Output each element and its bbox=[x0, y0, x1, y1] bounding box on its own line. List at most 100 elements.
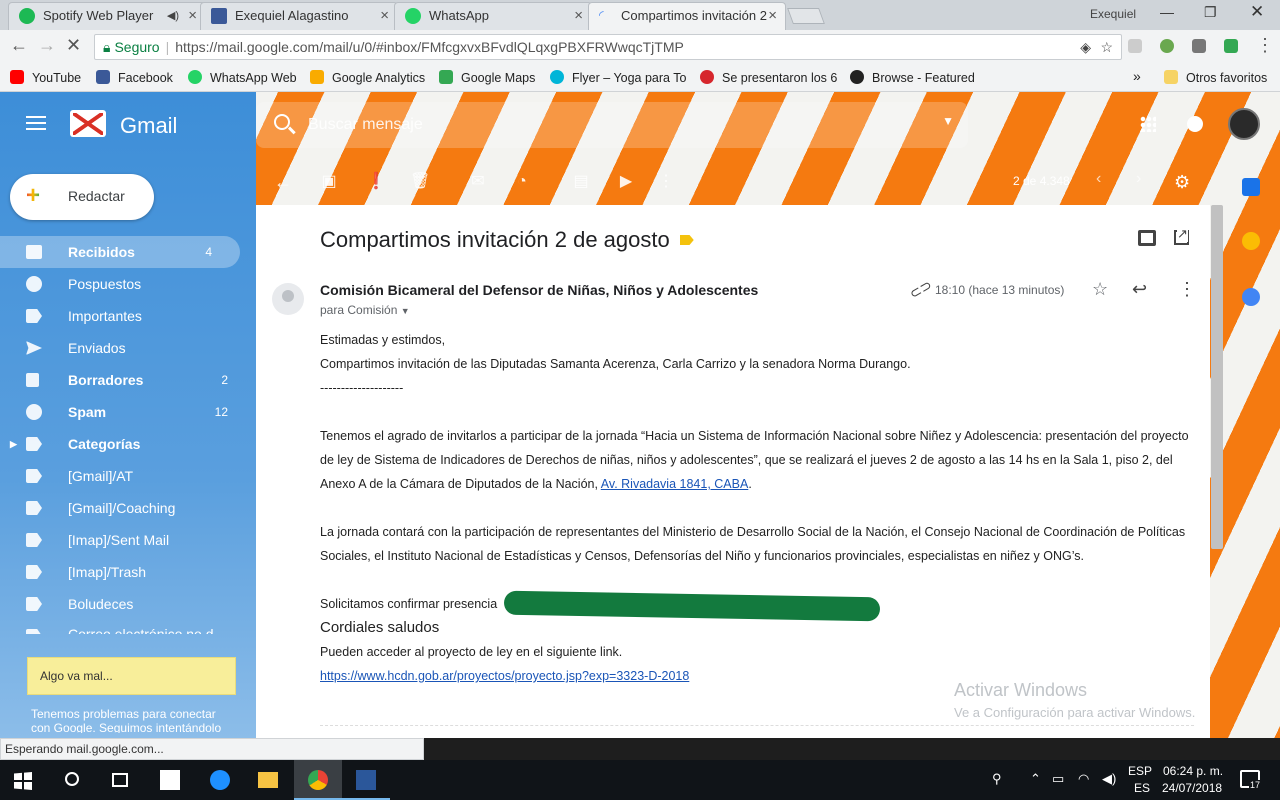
chrome-menu-icon[interactable]: ⋮ bbox=[1256, 35, 1274, 56]
task-view-button[interactable] bbox=[96, 760, 144, 800]
explorer-taskbar-button[interactable] bbox=[244, 760, 292, 800]
search-icon[interactable] bbox=[274, 114, 290, 130]
sidebar-item-imap-sent[interactable]: [Imap]/Sent Mail bbox=[0, 524, 256, 556]
close-icon[interactable]: × bbox=[768, 3, 777, 29]
sidebar-item-borradores[interactable]: Borradores 2 bbox=[0, 364, 256, 396]
audio-icon[interactable]: ◀) bbox=[167, 3, 179, 29]
more-actions-icon[interactable]: ⋮ bbox=[658, 174, 674, 190]
extension-lock-icon[interactable] bbox=[1192, 39, 1206, 53]
back-to-inbox-icon[interactable]: ← bbox=[274, 173, 292, 191]
bookmark-flyer-yoga[interactable]: Flyer – Yoga para To bbox=[550, 70, 692, 85]
bookmarks-overflow-button[interactable]: » bbox=[1133, 68, 1141, 84]
bookmark-youtube[interactable]: YouTube bbox=[10, 70, 81, 85]
extension-green-icon[interactable] bbox=[1160, 39, 1174, 53]
expand-arrow-icon[interactable]: ▶ bbox=[10, 428, 17, 460]
store-taskbar-button[interactable] bbox=[146, 760, 194, 800]
older-chevron-icon[interactable]: › bbox=[1136, 170, 1141, 188]
sidebar-item-imap-trash[interactable]: [Imap]/Trash bbox=[0, 556, 256, 588]
clock-time[interactable]: 06:24 p. m. bbox=[1163, 764, 1223, 778]
people-icon[interactable]: ⚲ bbox=[992, 771, 1002, 787]
sidebar-item-correo[interactable]: Correo electrónico no d bbox=[0, 620, 256, 634]
sidebar-item-recibidos[interactable]: Recibidos 4 bbox=[0, 236, 240, 268]
stop-icon[interactable]: ✕ bbox=[66, 35, 81, 56]
back-icon[interactable]: ← bbox=[10, 35, 28, 56]
tasks-icon[interactable] bbox=[1242, 288, 1260, 306]
star-icon[interactable]: ☆ bbox=[1092, 279, 1108, 300]
new-tab-button[interactable] bbox=[787, 8, 825, 24]
bookmark-whatsapp-web[interactable]: WhatsApp Web bbox=[188, 70, 297, 85]
tab-facebook[interactable]: Exequiel Alagastino × bbox=[200, 2, 398, 30]
window-close-icon[interactable]: ✕ bbox=[1250, 2, 1264, 22]
message-more-icon[interactable]: ⋮ bbox=[1178, 279, 1196, 300]
mark-unread-icon[interactable]: ✉︎ bbox=[470, 174, 486, 190]
settings-gear-icon[interactable]: ⚙︎ bbox=[1174, 172, 1190, 193]
extension-pdf-icon[interactable] bbox=[1128, 39, 1142, 53]
tab-whatsapp[interactable]: WhatsApp × bbox=[394, 2, 592, 30]
address-link[interactable]: Av. Rivadavia 1841, CABA bbox=[601, 477, 749, 491]
close-icon[interactable]: × bbox=[574, 3, 583, 29]
bookmark-star-icon[interactable]: ☆ bbox=[1100, 35, 1113, 59]
edge-taskbar-button[interactable] bbox=[196, 760, 244, 800]
volume-icon[interactable]: ◀) bbox=[1102, 771, 1116, 787]
recipient-dropdown[interactable]: para Comisión ▼ bbox=[320, 303, 410, 317]
chrome-taskbar-button[interactable] bbox=[294, 760, 342, 800]
bookmark-facebook[interactable]: Facebook bbox=[96, 70, 173, 85]
clock-date[interactable]: 24/07/2018 bbox=[1162, 781, 1222, 795]
wifi-icon[interactable]: ◠ bbox=[1078, 771, 1089, 787]
bookmark-google-maps[interactable]: Google Maps bbox=[439, 70, 535, 85]
delete-icon[interactable]: 🗑︎ bbox=[410, 174, 430, 190]
newer-chevron-icon[interactable]: ‹ bbox=[1096, 170, 1101, 188]
open-in-new-window-icon[interactable] bbox=[1174, 226, 1189, 245]
snooze-icon[interactable]: ◔ bbox=[514, 174, 530, 190]
search-taskbar-button[interactable] bbox=[48, 760, 96, 800]
sidebar-item-spam[interactable]: Spam 12 bbox=[0, 396, 256, 428]
tab-spotify[interactable]: Spotify Web Player ◀) × bbox=[8, 2, 206, 30]
tray-expand-icon[interactable]: ⌃ bbox=[1030, 771, 1041, 787]
maximize-icon[interactable]: ❐ bbox=[1204, 4, 1217, 21]
install-app-icon[interactable]: ◈ bbox=[1080, 35, 1091, 59]
compose-button[interactable]: + Redactar bbox=[10, 174, 154, 220]
bookmark-browse-featured[interactable]: Browse - Featured bbox=[850, 70, 975, 85]
other-bookmarks-folder[interactable]: Otros favoritos bbox=[1164, 70, 1267, 85]
print-icon[interactable] bbox=[1138, 230, 1156, 246]
tab-gmail[interactable]: ◜ Compartimos invitación 2 × bbox=[588, 2, 786, 30]
keep-icon[interactable] bbox=[1242, 232, 1260, 250]
window-user-label[interactable]: Exequiel bbox=[1090, 7, 1136, 21]
sidebar-item-gmail-coaching[interactable]: [Gmail]/Coaching bbox=[0, 492, 256, 524]
gmail-logo-icon[interactable] bbox=[70, 110, 106, 137]
bookmark-se-presentaron[interactable]: Se presentaron los 6 bbox=[700, 70, 838, 85]
move-to-icon[interactable]: ▤ bbox=[573, 174, 589, 190]
account-avatar[interactable] bbox=[1228, 108, 1260, 140]
report-spam-icon[interactable]: ❗ bbox=[366, 174, 386, 190]
sidebar-item-importantes[interactable]: Importantes bbox=[0, 300, 256, 332]
input-language-top[interactable]: ESP bbox=[1128, 764, 1152, 778]
forward-icon[interactable]: → bbox=[38, 35, 56, 56]
close-icon[interactable]: × bbox=[188, 3, 197, 29]
sidebar-item-boludeces[interactable]: Boludeces bbox=[0, 588, 256, 620]
main-menu-icon[interactable] bbox=[26, 116, 46, 130]
close-icon[interactable]: × bbox=[380, 3, 389, 29]
important-marker-icon[interactable] bbox=[679, 235, 694, 245]
word-taskbar-button[interactable] bbox=[342, 760, 390, 800]
reply-icon[interactable]: ↩ bbox=[1132, 279, 1147, 300]
sidebar-item-enviados[interactable]: Enviados bbox=[0, 332, 256, 364]
sidebar-item-pospuestos[interactable]: Pospuestos bbox=[0, 268, 256, 300]
search-input[interactable] bbox=[308, 114, 908, 136]
address-bar[interactable]: 🔒︎ Seguro | https://mail.google.com/mail/u/… bbox=[94, 34, 1122, 60]
labels-icon[interactable]: ▶ bbox=[618, 174, 634, 190]
input-language-bottom[interactable]: ES bbox=[1134, 781, 1150, 795]
minimize-icon[interactable]: — bbox=[1160, 4, 1174, 20]
sidebar-item-categorias[interactable]: ▶ Categorías bbox=[0, 428, 256, 460]
start-button[interactable] bbox=[0, 760, 48, 800]
calendar-icon[interactable] bbox=[1242, 178, 1260, 196]
sidebar-item-gmail-at[interactable]: [Gmail]/AT bbox=[0, 460, 256, 492]
bookmark-google-analytics[interactable]: Google Analytics bbox=[310, 70, 425, 85]
message-scrollbar[interactable] bbox=[1211, 205, 1223, 549]
project-link[interactable]: https://www.hcdn.gob.ar/proyectos/proyec… bbox=[320, 669, 689, 683]
google-apps-icon[interactable] bbox=[1140, 116, 1156, 132]
notifications-icon[interactable] bbox=[1187, 116, 1203, 132]
battery-icon[interactable]: ▭ bbox=[1052, 771, 1064, 787]
archive-icon[interactable]: ▣ bbox=[321, 174, 337, 190]
gmail-wordmark[interactable]: Gmail bbox=[120, 113, 177, 139]
extension-counter-icon[interactable] bbox=[1224, 39, 1238, 53]
